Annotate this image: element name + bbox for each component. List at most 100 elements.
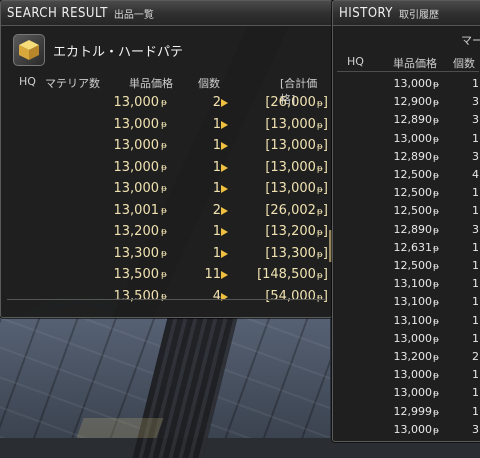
total-price: [13,000ᵽ] [265,138,328,153]
history-quantity: 3 [472,422,479,436]
unit-price: 13,000 [113,138,160,153]
history-quantity: 3 [472,113,479,127]
listing-arrow-icon [221,99,228,107]
total-price: [26,000ᵽ] [265,95,328,110]
history-quantity: 1 [472,186,479,200]
listing-arrow-icon [221,271,228,279]
history-quantity: 1 [472,368,479,382]
history-price: 13,100ᵽ [393,313,439,327]
listing-row[interactable]: 13,000 ᵽ 2 [26,000ᵽ] [1,92,332,113]
quantity: 11 [204,267,221,282]
history-price: 13,000ᵽ [393,331,439,345]
quantity: 1 [212,245,221,261]
total-price: [148,500ᵽ] [257,267,328,282]
history-price: 13,000ᵽ [393,422,439,436]
history-quantity: 1 [472,77,479,90]
unit-price: 13,300 [113,245,160,261]
search-subtitle: 出品一覧 [113,9,154,21]
total-price: [26,002ᵽ] [265,202,328,218]
listing-arrow-icon [221,163,228,172]
item-icon[interactable] [13,34,45,66]
listing-row[interactable]: 13,500 ᵽ 4 [54,000ᵽ] [1,286,332,307]
history-quantity: 1 [472,240,479,254]
history-price: 12,500ᵽ [393,204,439,218]
total-price: [13,300ᵽ] [265,245,328,261]
quantity: 2 [212,202,221,218]
total-price: [13,000ᵽ] [265,159,328,175]
item-header: エカトル・ハードパテ [13,34,183,66]
quantity: 2 [212,95,221,110]
history-row[interactable]: 13,000ᵽ 3 [333,419,480,440]
history-col-quantity: 個数 [453,57,475,70]
history-title-bar[interactable]: HISTORY 取引履歴 [333,1,480,26]
history-col-price: 単品価格 [393,57,437,70]
search-result-window: SEARCH RESULT 出品一覧 エカトル・ハードパテ HQ マテリア数 単… [0,0,333,318]
listing-row[interactable]: 13,000 ᵽ 1 [13,000ᵽ] [1,178,332,199]
history-quantity: 1 [472,204,479,218]
history-price: 13,100ᵽ [393,295,439,309]
history-price: 12,500ᵽ [393,186,439,200]
quantity: 4 [212,288,221,304]
listing-arrow-icon [221,185,228,193]
history-quantity: 3 [472,95,479,109]
search-title: SEARCH RESULT [7,5,108,21]
history-quantity: 1 [472,313,479,327]
history-price: 13,000ᵽ [393,131,439,145]
history-quantity: 1 [472,131,479,145]
unit-price: 13,000 [113,159,160,175]
unit-price: 13,001 [113,202,160,218]
history-price: 13,000ᵽ [393,368,439,382]
unit-price: 13,000 [113,116,160,132]
history-col-hq: HQ [347,55,364,68]
history-price: 13,000ᵽ [393,386,439,400]
listing-row[interactable]: 13,300 ᵽ 1 [13,300ᵽ] [1,243,332,264]
history-quantity: 1 [472,404,479,418]
history-title: HISTORY [339,5,393,21]
history-price: 12,999ᵽ [393,404,439,418]
history-price: 13,000ᵽ [393,77,439,90]
history-price: 12,890ᵽ [393,113,439,127]
listing-row[interactable]: 13,001 ᵽ 2 [26,002ᵽ] [1,200,332,221]
total-price: [13,000ᵽ] [265,181,328,196]
floor-light [76,418,164,438]
listing-arrow-icon [221,228,228,236]
history-price: 12,890ᵽ [393,222,439,236]
history-quantity: 3 [472,222,479,236]
listing-arrow-icon [221,249,228,258]
history-quantity: 1 [472,295,479,309]
history-quantity: 1 [472,331,479,345]
history-quantity: 2 [472,350,479,363]
quantity: 1 [212,159,221,175]
unit-price: 13,500 [113,267,160,282]
history-window: HISTORY 取引履歴 マー HQ 単品価格 個数 13,000ᵽ 1 12,90… [332,0,480,442]
col-unit-price: 単品価格 [129,77,173,90]
col-quantity: 個数 [198,77,220,90]
history-price: 13,100ᵽ [393,277,439,291]
listing-arrow-icon [221,142,228,150]
search-footer-divider [7,299,326,300]
history-quantity: 3 [472,149,479,163]
total-price: [13,000ᵽ] [265,116,328,132]
listing-arrow-icon [221,206,228,215]
listing-row[interactable]: 13,500 ᵽ 11 [148,500ᵽ] [1,264,332,285]
history-price: 12,500ᵽ [393,259,439,272]
putty-block-icon [19,40,39,60]
history-price: 12,631ᵽ [393,240,439,254]
listing-row[interactable]: 13,000 ᵽ 1 [13,000ᵽ] [1,157,332,178]
listing-row[interactable]: 13,000 ᵽ 1 [13,000ᵽ] [1,114,332,135]
history-market-label: マー [461,34,480,47]
listing-row[interactable]: 13,000 ᵽ 1 [13,000ᵽ] [1,135,332,156]
unit-price: 13,000 [113,181,160,196]
history-price: 12,890ᵽ [393,149,439,163]
search-title-bar[interactable]: SEARCH RESULT 出品一覧 [1,1,332,26]
listing-row[interactable]: 13,200 ᵽ 1 [13,200ᵽ] [1,221,332,242]
col-materia: マテリア数 [45,77,100,90]
history-header-divider [337,71,479,72]
history-quantity: 1 [472,386,479,400]
history-price: 13,200ᵽ [393,350,439,363]
item-name: エカトル・ハードパテ [53,44,184,60]
unit-price: 13,200 [113,224,160,239]
unit-price: 13,000 [113,95,160,110]
history-price: 12,900ᵽ [393,95,439,109]
quantity: 1 [212,224,221,239]
